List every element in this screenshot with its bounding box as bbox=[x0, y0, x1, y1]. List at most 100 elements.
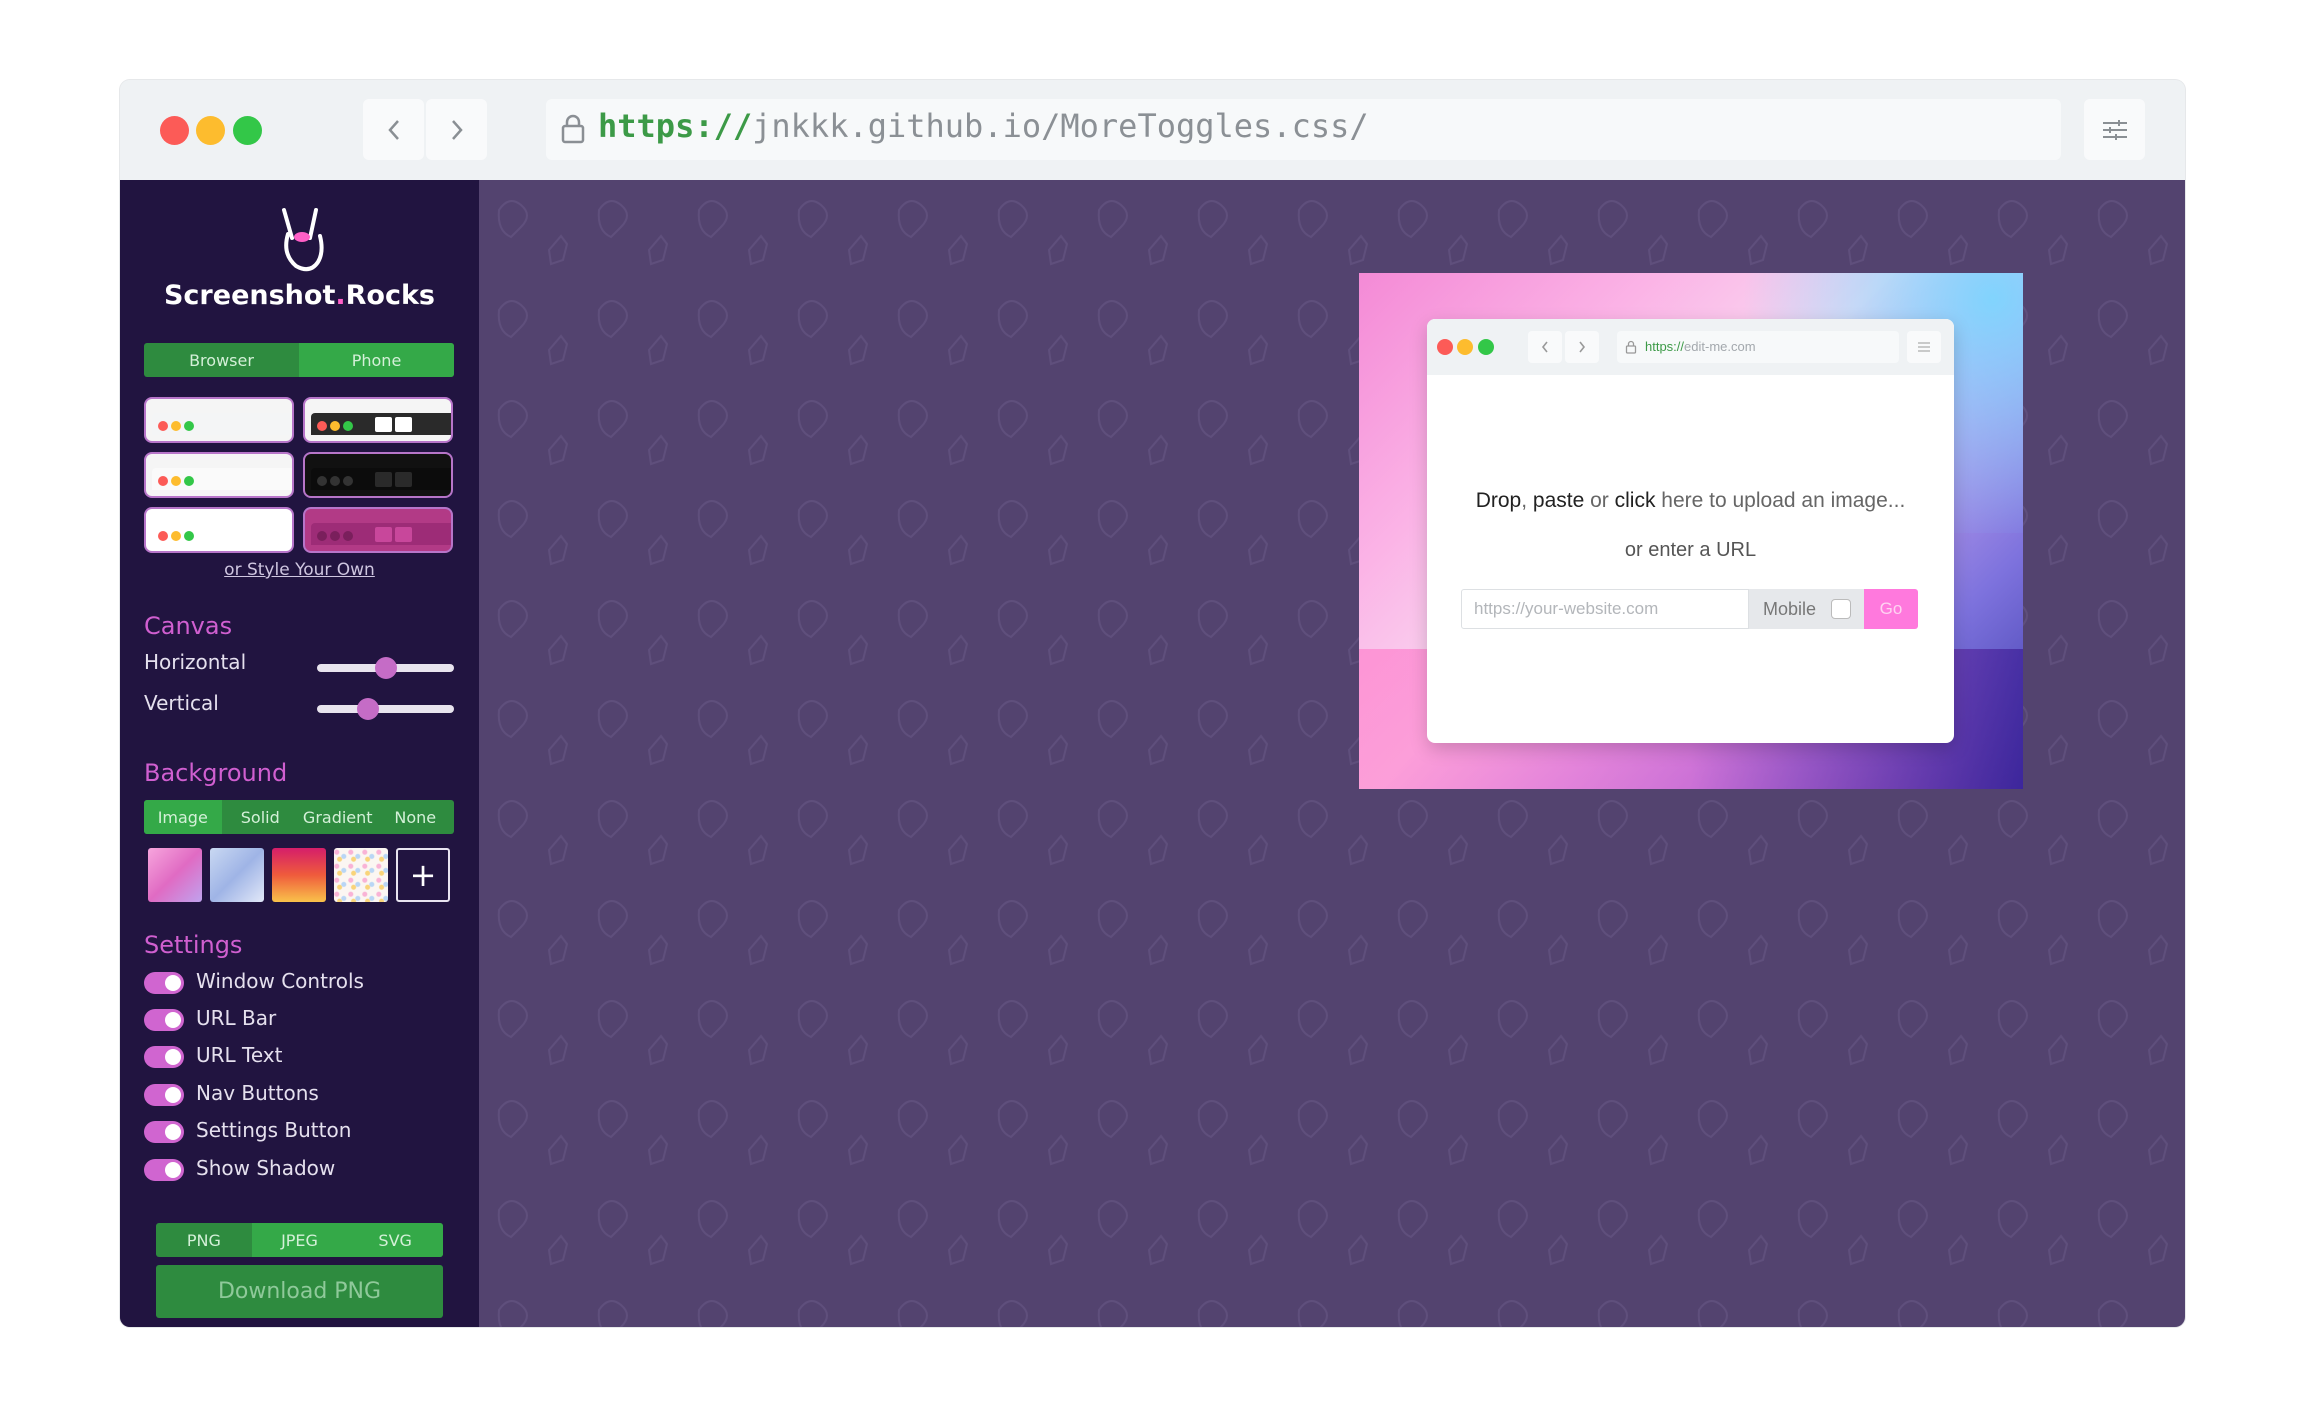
background-section-title: Background bbox=[144, 759, 288, 787]
app-logo-text: Screenshot.Rocks bbox=[120, 280, 479, 311]
download-button[interactable]: Download PNG bbox=[156, 1265, 443, 1318]
sidebar: Screenshot.Rocks Browser Phone or Style … bbox=[120, 180, 479, 1327]
theme-nav bbox=[375, 472, 392, 487]
theme-dark-1[interactable] bbox=[303, 397, 453, 443]
page-content: https://edit-me.com Drop, paste or click… bbox=[120, 180, 2185, 1327]
screenshot-preview[interactable]: https://edit-me.com Drop, paste or click… bbox=[1359, 273, 2023, 789]
theme-light-1[interactable] bbox=[144, 397, 294, 443]
format-tabs: PNG JPEG SVG bbox=[156, 1223, 443, 1257]
preview-browser-chrome: https://edit-me.com bbox=[1427, 319, 1954, 375]
lock-icon bbox=[1625, 340, 1637, 354]
preview-browser-window: https://edit-me.com Drop, paste or click… bbox=[1427, 319, 1954, 743]
show-shadow-label: Show Shadow bbox=[196, 1156, 336, 1180]
preview-close-dot bbox=[1437, 339, 1453, 355]
maximize-window-button[interactable] bbox=[233, 116, 262, 145]
theme-dot bbox=[317, 476, 327, 486]
theme-nav bbox=[375, 417, 392, 432]
preview-settings-button bbox=[1907, 331, 1941, 363]
go-button[interactable]: Go bbox=[1864, 589, 1918, 629]
theme-dot bbox=[158, 476, 168, 486]
browser-window: https://jnkkk.github.io/MoreToggles.css/ bbox=[120, 80, 2185, 1327]
back-button[interactable] bbox=[363, 99, 424, 160]
drop-word: Drop bbox=[1475, 489, 1522, 512]
url-text: https://jnkkk.github.io/MoreToggles.css/ bbox=[598, 107, 1369, 145]
mobile-label: Mobile bbox=[1763, 599, 1817, 619]
rock-hand-icon bbox=[282, 208, 324, 272]
background-thumb-confetti[interactable] bbox=[334, 848, 388, 902]
url-text-label: URL Text bbox=[196, 1043, 283, 1067]
background-thumb-pink[interactable] bbox=[148, 848, 202, 902]
theme-light-2[interactable] bbox=[144, 452, 294, 498]
mobile-checkbox[interactable] bbox=[1831, 599, 1851, 619]
upload-instructions[interactable]: Drop, paste or click here to upload an i… bbox=[1427, 489, 1954, 513]
preview-url-protocol: https:// bbox=[1645, 339, 1685, 354]
show-shadow-toggle[interactable] bbox=[144, 1159, 184, 1181]
url-domain: jnkkk.github.io/MoreToggles.css/ bbox=[752, 107, 1369, 145]
theme-dot bbox=[171, 531, 181, 541]
tab-image[interactable]: Image bbox=[144, 800, 222, 834]
website-url-input[interactable]: https://your-website.com bbox=[1461, 589, 1749, 629]
preview-maximize-dot bbox=[1478, 339, 1494, 355]
close-window-button[interactable] bbox=[160, 116, 189, 145]
add-background-button[interactable]: + bbox=[396, 848, 450, 902]
theme-dot bbox=[317, 421, 327, 431]
theme-dot bbox=[158, 421, 168, 431]
background-thumb-sunset[interactable] bbox=[272, 848, 326, 902]
background-tabs: Image Solid Gradient None bbox=[144, 800, 454, 834]
settings-button-toggle[interactable] bbox=[144, 1121, 184, 1143]
format-jpeg[interactable]: JPEG bbox=[251, 1223, 348, 1257]
chevron-right-icon bbox=[1579, 341, 1586, 353]
theme-dot bbox=[171, 421, 181, 431]
nav-buttons-toggle[interactable] bbox=[144, 1084, 184, 1106]
horizontal-slider[interactable] bbox=[317, 657, 454, 679]
minimize-window-button[interactable] bbox=[196, 116, 225, 145]
settings-button-label: Settings Button bbox=[196, 1118, 352, 1142]
logo-prefix: Screenshot bbox=[163, 280, 336, 311]
logo-dot: . bbox=[335, 280, 346, 311]
sliders-icon bbox=[2102, 119, 2127, 140]
style-your-own-link[interactable]: or Style Your Own bbox=[120, 560, 479, 580]
upload-rest: here to upload an image... bbox=[1655, 489, 1906, 512]
drop-sep: , bbox=[1521, 489, 1533, 512]
theme-dark-2[interactable] bbox=[303, 452, 453, 498]
url-text-toggle[interactable] bbox=[144, 1046, 184, 1068]
tab-none[interactable]: None bbox=[377, 800, 455, 834]
vertical-label: Vertical bbox=[144, 691, 219, 715]
tab-phone[interactable]: Phone bbox=[299, 343, 454, 377]
tab-solid[interactable]: Solid bbox=[222, 800, 300, 834]
theme-dot bbox=[330, 421, 340, 431]
vertical-slider[interactable] bbox=[317, 698, 454, 720]
theme-pink[interactable] bbox=[303, 507, 453, 553]
browser-chrome: https://jnkkk.github.io/MoreToggles.css/ bbox=[120, 80, 2185, 180]
format-png[interactable]: PNG bbox=[156, 1223, 252, 1257]
or-word: or bbox=[1584, 489, 1615, 512]
theme-light-3[interactable] bbox=[144, 507, 294, 553]
url-bar[interactable]: https://jnkkk.github.io/MoreToggles.css/ bbox=[546, 99, 2061, 160]
enter-url-label: or enter a URL bbox=[1624, 539, 1757, 561]
canvas-section-title: Canvas bbox=[144, 612, 233, 640]
vertical-slider-knob[interactable] bbox=[357, 698, 379, 720]
theme-dot bbox=[317, 531, 327, 541]
format-svg[interactable]: SVG bbox=[347, 1223, 443, 1257]
theme-dot bbox=[158, 531, 168, 541]
preview-url-text: https://edit-me.com bbox=[1645, 339, 1756, 354]
preview-url-bar: https://edit-me.com bbox=[1617, 331, 1899, 363]
tab-gradient[interactable]: Gradient bbox=[299, 800, 377, 834]
background-thumb-blue[interactable] bbox=[210, 848, 264, 902]
chevron-right-icon bbox=[451, 119, 463, 140]
theme-dot bbox=[171, 476, 181, 486]
url-bar-toggle[interactable] bbox=[144, 1009, 184, 1031]
preview-url-domain: edit-me.com bbox=[1684, 339, 1756, 354]
tab-browser[interactable]: Browser bbox=[144, 343, 299, 377]
theme-nav bbox=[395, 417, 412, 432]
logo-suffix: Rocks bbox=[345, 280, 435, 311]
theme-nav bbox=[375, 527, 392, 542]
browser-settings-button[interactable] bbox=[2084, 99, 2145, 160]
forward-button[interactable] bbox=[426, 99, 487, 160]
preview-forward-button bbox=[1565, 331, 1599, 363]
nav-buttons-label: Nav Buttons bbox=[196, 1081, 319, 1105]
horizontal-slider-knob[interactable] bbox=[375, 657, 397, 679]
window-controls-toggle[interactable] bbox=[144, 972, 184, 994]
url-protocol: https:// bbox=[598, 107, 753, 145]
mobile-option[interactable]: Mobile bbox=[1749, 589, 1864, 629]
